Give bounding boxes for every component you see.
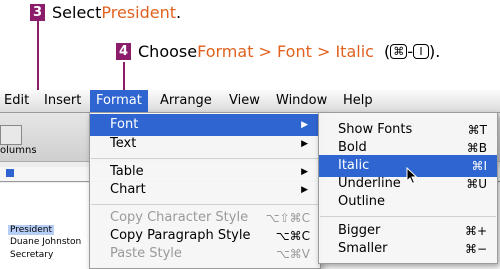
menu-item-label: Text bbox=[110, 136, 137, 151]
step-end: . bbox=[176, 3, 182, 22]
menu-item-chart[interactable]: Chart ▶ bbox=[90, 179, 320, 201]
step-number-badge: 4 bbox=[116, 43, 131, 60]
i-key-icon: I bbox=[412, 44, 429, 59]
menu-arrange[interactable]: Arrange bbox=[154, 90, 218, 112]
step-text: Choose bbox=[138, 42, 198, 61]
step-target: President bbox=[101, 3, 176, 22]
step-text: Select bbox=[52, 3, 102, 22]
step-menu-path: Format > Font > Italic bbox=[197, 42, 374, 61]
menu-format[interactable]: Format bbox=[90, 90, 148, 112]
menu-bar: Edit Insert Format Arrange View Window H… bbox=[0, 90, 500, 113]
menu-help[interactable]: Help bbox=[337, 90, 379, 112]
submenu-arrow-icon: ▶ bbox=[301, 139, 308, 149]
text-line-name[interactable]: Duane Johnston bbox=[10, 237, 81, 247]
format-menu: Font ▶ Text ▶ Table ▶ Chart ▶ Copy Chara… bbox=[89, 112, 321, 269]
text-line-president[interactable]: President bbox=[8, 225, 54, 235]
menu-item-paste-style[interactable]: Paste Style ⌥⌘V bbox=[90, 243, 320, 265]
shortcut-close: ). bbox=[428, 42, 441, 61]
menu-separator bbox=[320, 216, 496, 217]
tab-stop-icon[interactable] bbox=[6, 169, 14, 177]
font-submenu: Show Fonts ⌘T Bold ⌘B Italic ⌘I Underlin… bbox=[318, 112, 498, 264]
menu-item-shortcut: ⌘− bbox=[464, 242, 487, 256]
submenu-arrow-icon: ▶ bbox=[301, 185, 308, 195]
columns-icon[interactable] bbox=[0, 125, 22, 145]
step-4-callout: 4 Choose Format > Font > Italic (⌘ - I). bbox=[116, 42, 440, 61]
command-key-icon: ⌘ bbox=[390, 44, 408, 59]
menu-separator bbox=[91, 158, 319, 159]
menu-item-label: Chart bbox=[110, 182, 146, 197]
toolbar-label: olumns bbox=[0, 145, 37, 156]
text-line-secretary[interactable]: Secretary bbox=[10, 250, 53, 260]
menu-item-label: Smaller bbox=[338, 241, 388, 256]
menu-item-label: Paste Style bbox=[110, 246, 182, 261]
step-number-badge: 3 bbox=[30, 4, 45, 21]
menu-item-label: Outline bbox=[338, 194, 386, 209]
menu-window[interactable]: Window bbox=[270, 90, 333, 112]
menu-view[interactable]: View bbox=[223, 90, 266, 112]
menu-item-outline[interactable]: Outline bbox=[319, 191, 497, 213]
step-3-callout: 3 Select President. bbox=[30, 3, 181, 22]
menu-separator bbox=[91, 204, 319, 205]
menu-item-shortcut: ⌥⌘V bbox=[275, 247, 310, 261]
mouse-pointer-icon bbox=[406, 167, 418, 185]
menu-item-text[interactable]: Text ▶ bbox=[90, 133, 320, 155]
step-4-leader-line bbox=[123, 62, 125, 90]
menu-item-smaller[interactable]: Smaller ⌘− bbox=[319, 238, 497, 260]
menu-insert[interactable]: Insert bbox=[38, 90, 87, 112]
menu-edit[interactable]: Edit bbox=[0, 90, 35, 112]
